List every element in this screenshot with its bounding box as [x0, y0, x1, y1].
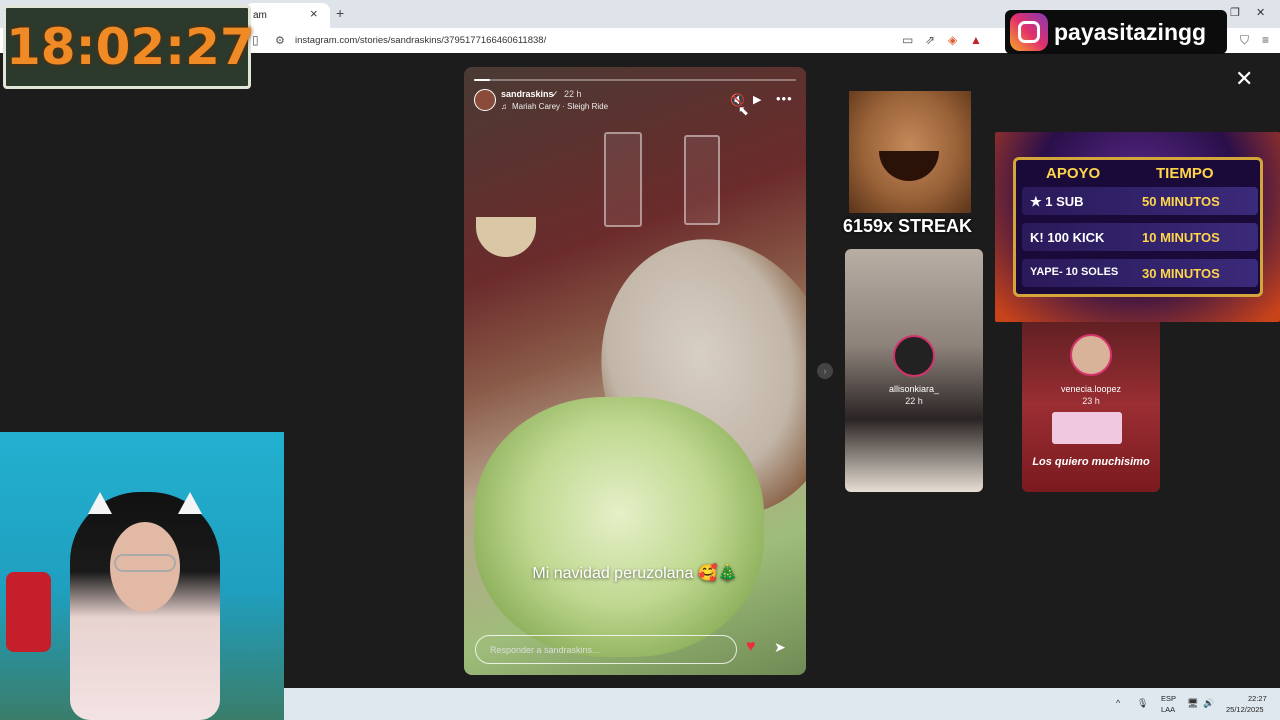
cat-ear-left	[88, 492, 112, 514]
tab-title: am	[253, 10, 267, 21]
maximize-icon[interactable]: ❐	[1230, 6, 1240, 19]
play-icon[interactable]: ▶	[753, 93, 761, 106]
webcam-feed	[0, 432, 284, 720]
support-row: ★ 1 SUB 50 MINUTOS	[1022, 187, 1258, 215]
send-icon[interactable]: ➤	[774, 639, 786, 656]
vpn-icon[interactable]: ⛉	[1240, 33, 1249, 48]
support-row-right: 50 MINUTOS	[1142, 194, 1220, 209]
story-photo-cup	[476, 217, 536, 257]
taskbar-time[interactable]: 22:27	[1248, 694, 1267, 703]
menu-icon[interactable]: ≡	[1262, 33, 1269, 47]
story-music[interactable]: Mariah Carey · Sleigh Ride	[512, 102, 608, 111]
support-header-left: APOYO	[1046, 165, 1101, 182]
mouse-cursor-icon: ⬉	[738, 103, 749, 118]
story-photo-glass	[684, 135, 720, 225]
next-story-icon[interactable]: ›	[817, 363, 833, 379]
volume-icon[interactable]: 🔊	[1203, 698, 1214, 709]
microphone-icon[interactable]: 🎙	[1137, 698, 1148, 709]
story-preview-caption: Los quiero muchisimo	[1032, 456, 1150, 468]
site-settings-icon[interactable]: ⚙	[275, 34, 285, 47]
verified-icon: ✓	[551, 89, 559, 99]
reply-input[interactable]: Responder a sandraskins...	[475, 635, 737, 664]
stream-clock-overlay: 18:02:27	[3, 5, 255, 89]
instagram-handle: payasitazingg	[1054, 19, 1207, 45]
cat-ear-right	[178, 492, 202, 514]
story-time: 22 h	[564, 89, 582, 99]
window-close-icon[interactable]: ✕	[1256, 6, 1265, 19]
support-row-left: ★ 1 SUB	[1030, 194, 1084, 209]
story-preview-sticker	[1052, 412, 1122, 444]
story-preview-username: allisonkiara_	[888, 384, 940, 394]
streak-counter: 6159x STREAK	[843, 216, 973, 236]
close-icon[interactable]: ✕	[1235, 66, 1253, 92]
more-options-icon[interactable]: •••	[776, 91, 793, 106]
tab-close-icon[interactable]: ×	[310, 6, 318, 21]
story-photo-lettuce	[474, 397, 764, 657]
network-icon[interactable]: 🖥	[1187, 698, 1198, 709]
rewards-icon[interactable]: ▲	[970, 33, 982, 47]
avatar[interactable]	[474, 89, 496, 111]
support-table: APOYO TIEMPO ★ 1 SUB 50 MINUTOS K! 100 K…	[1013, 157, 1263, 297]
streamer	[70, 492, 220, 720]
share-icon[interactable]: ⇗	[925, 33, 935, 47]
support-row: YAPE- 10 SOLES 30 MINUTOS	[1022, 259, 1258, 287]
story-caption: Mi navidad peruzolana 🥰🎄	[532, 565, 738, 582]
taskbar	[284, 688, 1280, 720]
support-row-right: 30 MINUTOS	[1142, 266, 1220, 281]
tray-expand-icon[interactable]: ^	[1116, 698, 1120, 708]
support-row-left: YAPE- 10 SOLES	[1030, 266, 1119, 278]
instagram-logo-inner	[1018, 21, 1040, 43]
story-progress-fill	[474, 79, 491, 81]
story-preview-username: venecia.loopez	[1060, 384, 1122, 394]
url-field[interactable]: instagram.com/stories/sandraskins/379517…	[295, 35, 546, 46]
support-rewards-overlay: APOYO TIEMPO ★ 1 SUB 50 MINUTOS K! 100 K…	[995, 132, 1280, 322]
glasses	[114, 554, 176, 572]
keyboard-layout[interactable]: LAA	[1161, 705, 1175, 714]
new-tab-button[interactable]: +	[336, 5, 344, 21]
instagram-logo-icon	[1010, 13, 1048, 51]
taskbar-date[interactable]: 25/12/2025	[1226, 705, 1264, 714]
story-photo-glass	[604, 132, 642, 227]
install-icon[interactable]: ▭	[902, 33, 913, 47]
like-heart-icon[interactable]: ♥	[746, 638, 756, 656]
support-row-right: 10 MINUTOS	[1142, 230, 1220, 245]
story-preview-card[interactable]: allisonkiara_ 22 h	[845, 249, 983, 492]
meme-mouth	[879, 151, 939, 181]
music-icon: ♫	[501, 102, 507, 111]
support-row-left: K! 100 KICK	[1030, 230, 1105, 245]
story-preview-time: 23 h	[1082, 396, 1100, 406]
avatar	[1070, 334, 1112, 376]
microphone	[6, 572, 51, 652]
brave-shield-icon[interactable]: ◈	[948, 33, 957, 47]
support-header-right: TIEMPO	[1156, 165, 1214, 182]
language-indicator[interactable]: ESP	[1161, 694, 1176, 703]
support-row: K! 100 KICK 10 MINUTOS	[1022, 223, 1258, 251]
story-preview-card[interactable]: venecia.loopez 23 h Los quiero muchisimo	[1022, 318, 1160, 492]
meme-face-image	[849, 91, 971, 213]
instagram-handle-overlay: payasitazingg	[1005, 10, 1227, 54]
story-preview-time: 22 h	[905, 396, 923, 406]
story-username[interactable]: sandraskins	[501, 89, 554, 99]
story-viewer[interactable]: sandraskins ✓ 22 h ♫ Mariah Carey · Slei…	[464, 67, 806, 675]
stream-clock: 18:02:27	[6, 18, 255, 76]
avatar	[893, 335, 935, 377]
story-progress-bar	[474, 79, 796, 81]
